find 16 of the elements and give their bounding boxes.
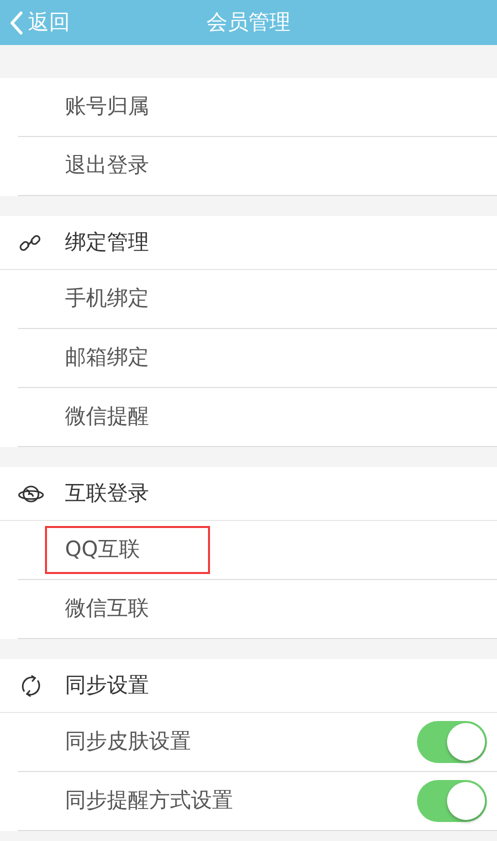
menu-item[interactable]: QQ互联 <box>45 526 210 574</box>
menu-item[interactable]: 微信提醒 <box>65 401 149 433</box>
menu-item[interactable]: 账号归属 <box>65 91 149 123</box>
setting-label: 同步提醒方式设置 <box>65 787 233 814</box>
setting-label: 同步皮肤设置 <box>65 728 191 756</box>
section-title: 同步设置 <box>65 672 149 699</box>
section-title: 互联登录 <box>65 480 149 507</box>
menu-item[interactable]: 退出登录 <box>65 150 149 182</box>
toggle-switch[interactable] <box>417 780 487 822</box>
menu-item[interactable]: 微信互联 <box>65 593 149 625</box>
page-title: 会员管理 <box>206 8 290 36</box>
chevron-left-icon <box>8 10 24 36</box>
toggle-switch[interactable] <box>417 721 487 763</box>
menu-item[interactable]: 手机绑定 <box>65 283 149 315</box>
section-title: 绑定管理 <box>65 228 149 256</box>
menu-item[interactable]: 邮箱绑定 <box>65 342 149 374</box>
